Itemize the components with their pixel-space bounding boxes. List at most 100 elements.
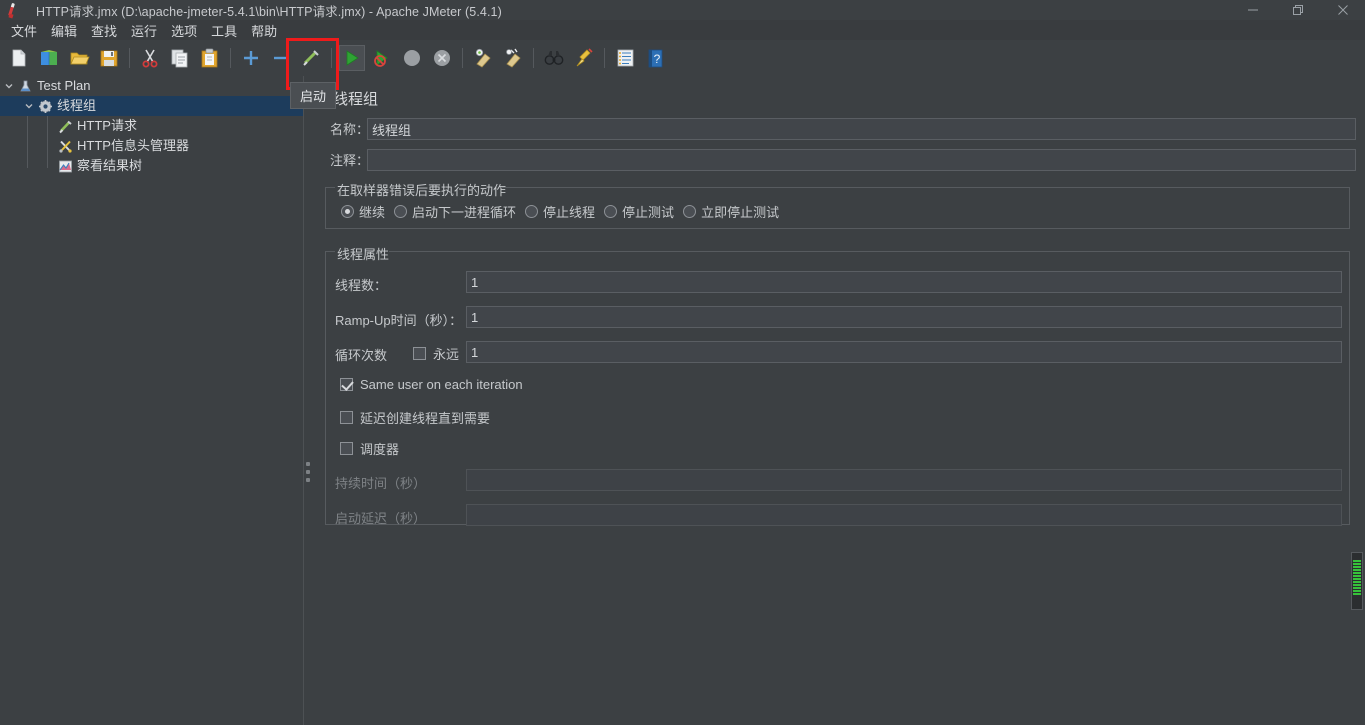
menu-help[interactable]: 帮助	[244, 20, 284, 40]
same-user-checkbox[interactable]: Same user on each iteration	[340, 377, 523, 392]
save-icon[interactable]	[96, 45, 122, 71]
close-icon[interactable]	[1320, 0, 1365, 20]
radio-stop-thread[interactable]: 停止线程	[525, 202, 595, 221]
name-row: 名称：	[323, 119, 369, 138]
group-border-right	[1349, 187, 1350, 229]
menu-bar: 文件 编辑 查找 运行 选项 工具 帮助	[0, 20, 1365, 40]
jmeter-feather-icon	[4, 1, 26, 19]
scheduler-checkbox[interactable]: 调度器	[340, 439, 399, 458]
tree-node-header-manager[interactable]: HTTP信息头管理器	[0, 136, 303, 156]
name-input[interactable]	[367, 118, 1356, 140]
cut-icon[interactable]	[137, 45, 163, 71]
duration-input	[466, 469, 1342, 491]
radio-mark	[394, 205, 408, 218]
group2-border-top-right	[389, 251, 1350, 252]
expand-all-icon[interactable]	[238, 45, 264, 71]
toolbar-separator	[462, 48, 463, 68]
test-plan-tree[interactable]: Test Plan 线程组 HTTP请求 HTTP信息头管理器 察看结果树	[0, 76, 303, 725]
window-controls	[1230, 0, 1365, 20]
group2-border-right	[1349, 251, 1350, 525]
comment-label: 注释：	[329, 153, 369, 168]
open-icon[interactable]	[66, 45, 92, 71]
menu-search[interactable]: 查找	[84, 20, 124, 40]
tree-node-test-plan[interactable]: Test Plan	[0, 76, 303, 96]
stop-icon[interactable]	[399, 45, 425, 71]
tree-node-label: HTTP请求	[77, 118, 137, 133]
radio-mark	[341, 205, 354, 218]
collapse-all-icon[interactable]	[268, 45, 294, 71]
tree-node-label: HTTP信息头管理器	[77, 138, 189, 153]
checkbox-mark	[340, 378, 353, 391]
toolbar: ?	[0, 40, 1365, 77]
minimize-icon[interactable]	[1230, 0, 1275, 20]
radio-start-next-loop[interactable]: 启动下一进程循环	[394, 202, 516, 221]
thread-props-group-title: 线程属性	[333, 244, 394, 263]
radio-label: 立即停止测试	[701, 205, 780, 220]
toolbar-separator	[533, 48, 534, 68]
clear-icon[interactable]	[470, 45, 496, 71]
tree-node-thread-group[interactable]: 线程组	[0, 96, 303, 116]
num-threads-label: 线程数：	[335, 278, 388, 293]
menu-file[interactable]: 文件	[4, 20, 44, 40]
menu-edit[interactable]: 编辑	[44, 20, 84, 40]
comment-input[interactable]	[367, 149, 1356, 171]
forever-checkbox[interactable]: 永远	[413, 344, 459, 363]
ramp-up-label: Ramp-Up时间（秒）：	[335, 313, 463, 328]
on-error-group-title: 在取样器错误后要执行的动作	[333, 180, 511, 199]
menu-tools[interactable]: 工具	[204, 20, 244, 40]
group2-border-top-left	[325, 251, 335, 252]
tree-node-label: 线程组	[57, 98, 97, 113]
help-icon[interactable]: ?	[642, 45, 668, 71]
title-bar: HTTP请求.jmx (D:\apache-jmeter-5.4.1\bin\H…	[0, 0, 1365, 20]
new-icon[interactable]	[6, 45, 32, 71]
menu-run[interactable]: 运行	[124, 20, 164, 40]
ramp-up-input[interactable]	[466, 306, 1342, 328]
radio-continue[interactable]: 继续	[341, 202, 385, 221]
test-plan-icon	[16, 77, 34, 95]
delay-thread-creation-checkbox[interactable]: 延迟创建线程直到需要	[340, 408, 490, 427]
maximize-icon[interactable]	[1275, 0, 1320, 20]
comment-row: 注释：	[323, 150, 369, 169]
splitter-grip[interactable]	[306, 462, 310, 486]
shutdown-icon[interactable]	[429, 45, 455, 71]
radio-mark	[683, 205, 697, 218]
group-border-bottom	[325, 228, 1350, 229]
reset-search-icon[interactable]	[571, 45, 597, 71]
group-border-top-right	[501, 187, 1350, 188]
checkbox-label: Same user on each iteration	[360, 377, 523, 392]
tree-node-label: 察看结果树	[77, 158, 143, 173]
view-results-icon	[56, 157, 74, 175]
radio-mark	[604, 205, 618, 218]
radio-stop-test-now[interactable]: 立即停止测试	[683, 202, 779, 221]
clear-all-icon[interactable]	[500, 45, 526, 71]
toolbar-separator	[129, 48, 130, 68]
radio-stop-test[interactable]: 停止测试	[604, 202, 674, 221]
group-border-top-left	[325, 187, 335, 188]
chevron-down-icon[interactable]	[2, 76, 16, 96]
chevron-down-icon[interactable]	[22, 96, 36, 116]
start-no-pauses-icon[interactable]	[369, 45, 395, 71]
num-threads-input[interactable]	[466, 271, 1342, 293]
http-request-icon	[56, 117, 74, 135]
tree-node-view-results[interactable]: 察看结果树	[0, 156, 303, 176]
menu-options[interactable]: 选项	[164, 20, 204, 40]
toolbar-separator	[331, 48, 332, 68]
search-icon[interactable]	[541, 45, 567, 71]
function-helper-icon[interactable]	[612, 45, 638, 71]
loop-count-label: 循环次数	[335, 348, 388, 363]
checkbox-mark	[413, 347, 426, 360]
svg-text:?: ?	[654, 52, 661, 66]
copy-icon[interactable]	[167, 45, 193, 71]
tree-node-http-request[interactable]: HTTP请求	[0, 116, 303, 136]
page-title: 线程组	[333, 91, 379, 108]
toggle-icon[interactable]	[298, 45, 324, 71]
thread-activity-meter	[1351, 552, 1363, 610]
loop-count-input[interactable]	[466, 341, 1342, 363]
checkbox-mark	[340, 411, 353, 424]
templates-icon[interactable]	[36, 45, 62, 71]
duration-label: 持续时间（秒）	[335, 476, 427, 491]
toolbar-separator	[230, 48, 231, 68]
paste-icon[interactable]	[197, 45, 223, 71]
radio-label: 停止测试	[622, 205, 675, 220]
start-icon[interactable]	[339, 45, 365, 71]
